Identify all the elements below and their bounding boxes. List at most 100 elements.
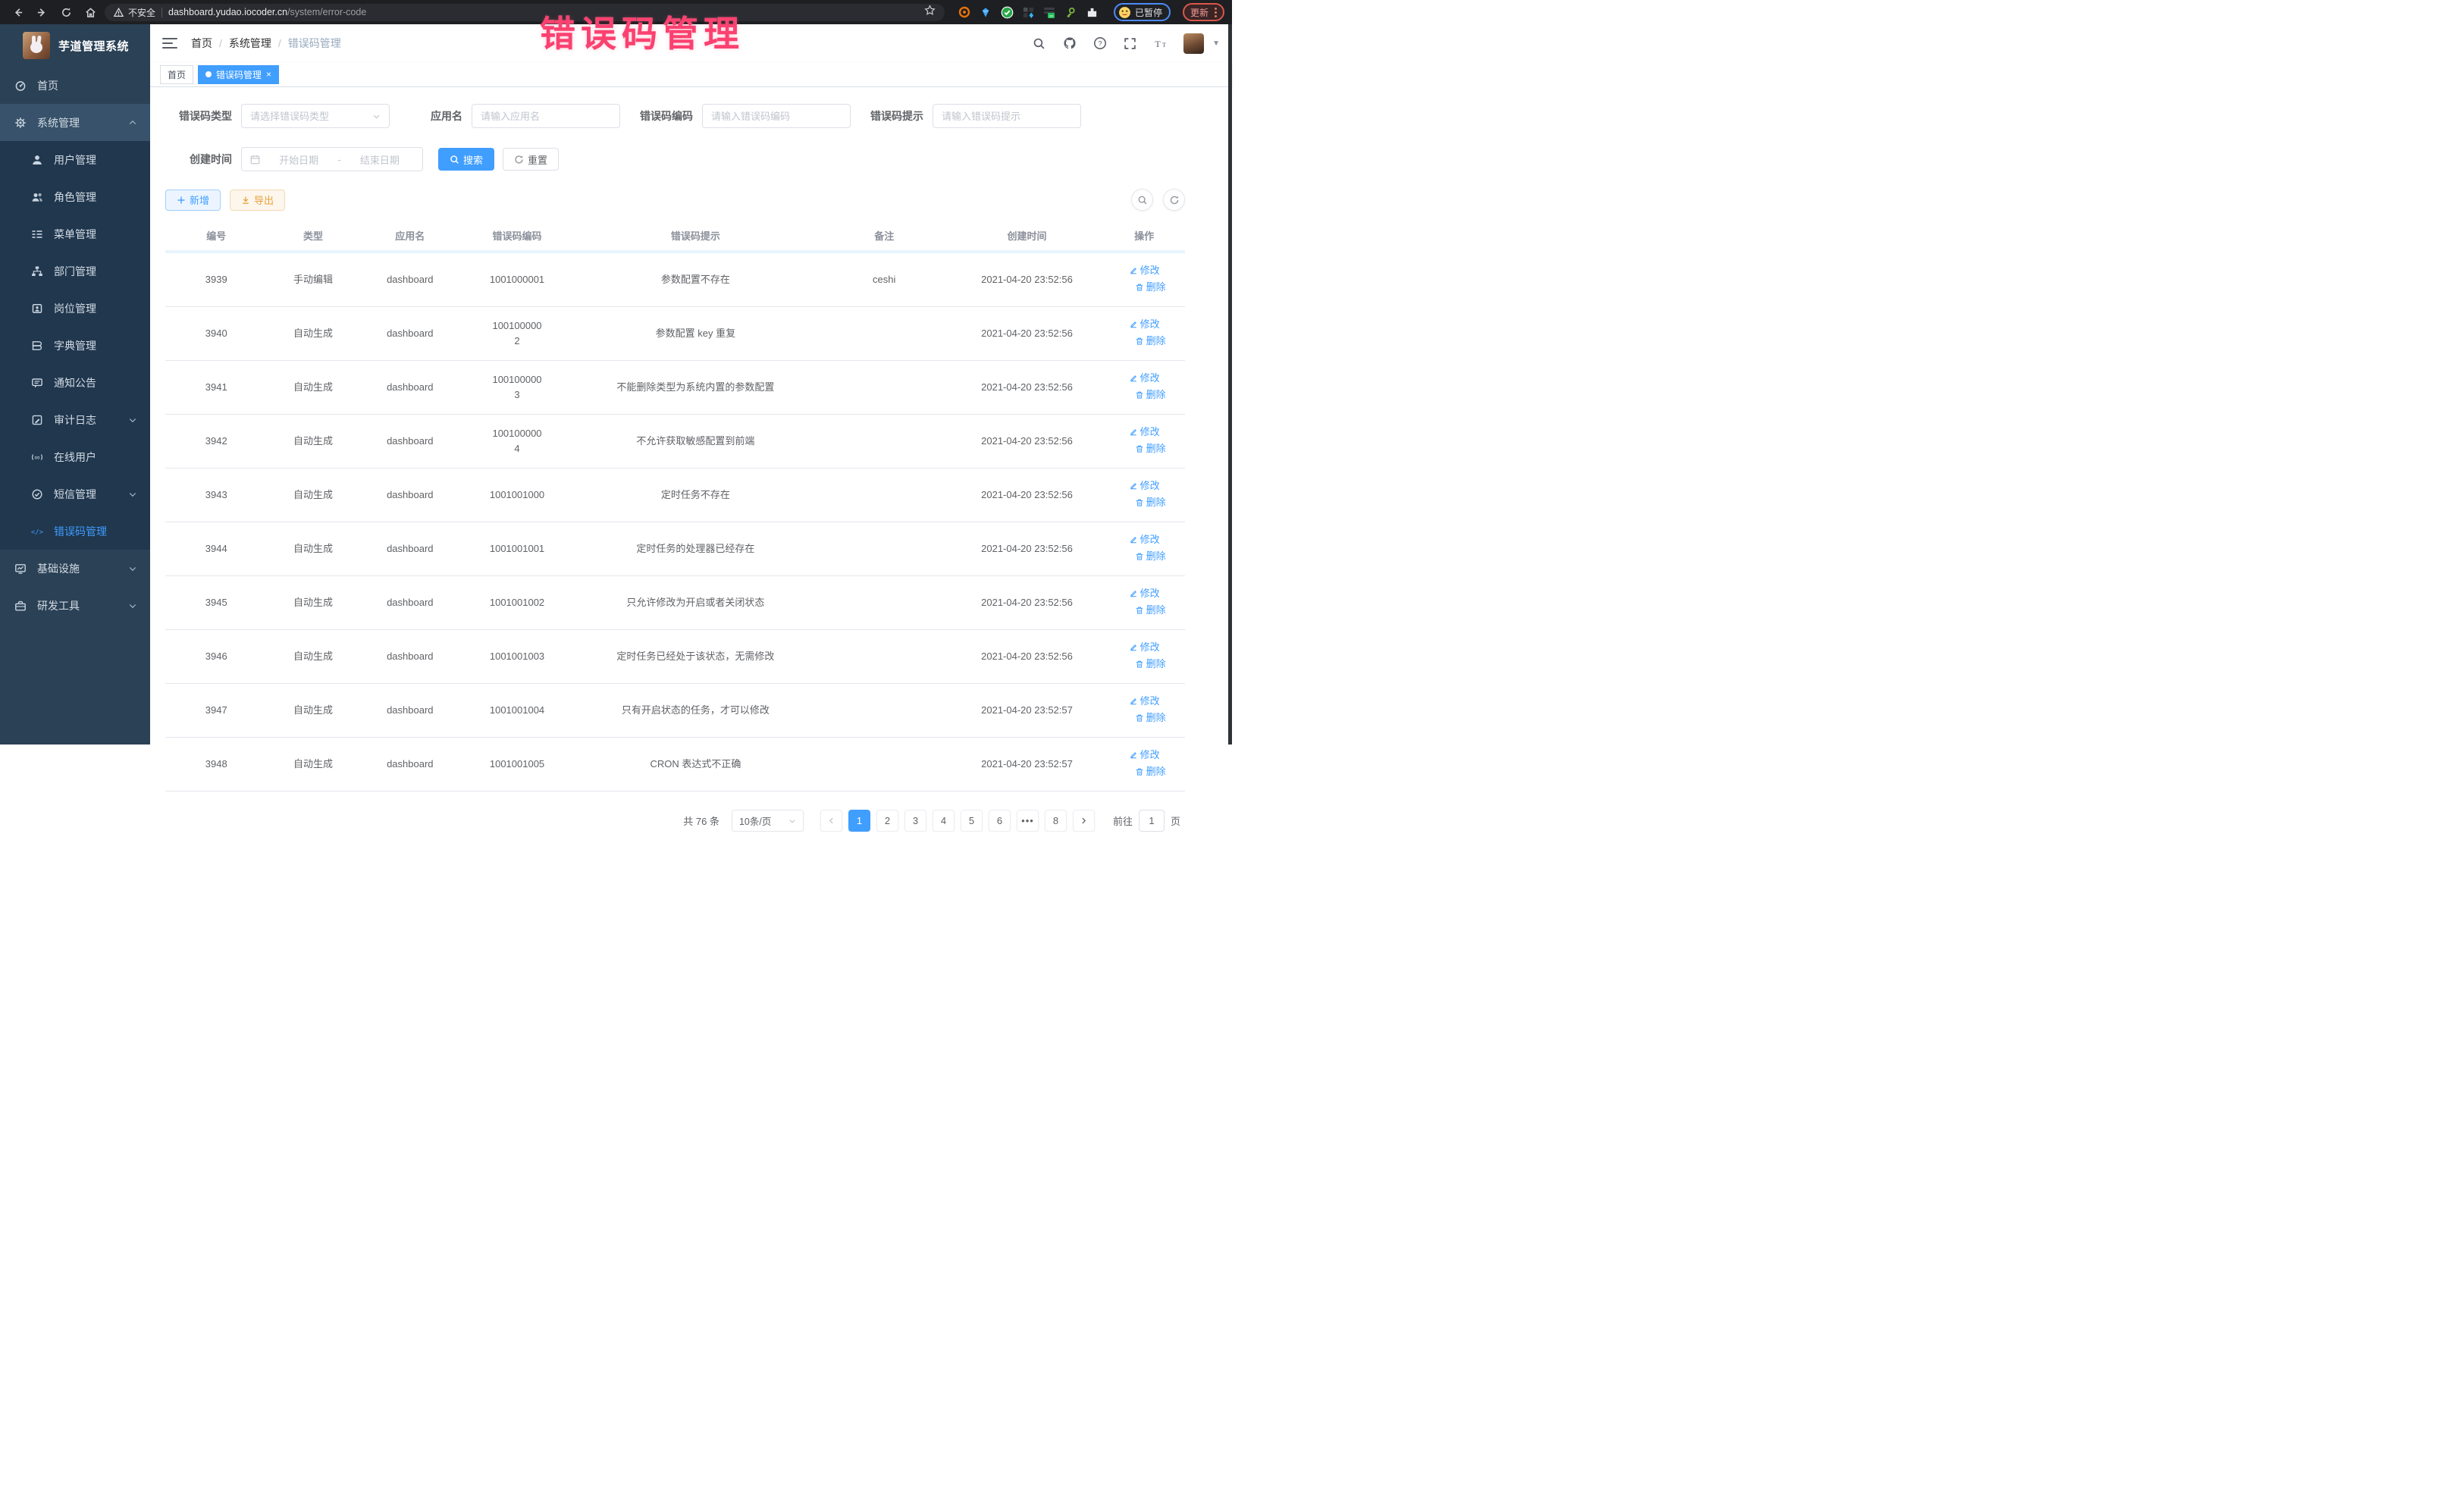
- extension-tampermonkey-icon[interactable]: on: [1043, 6, 1056, 19]
- sidebar-item-badge[interactable]: 岗位管理: [0, 290, 150, 327]
- edit-button[interactable]: 修改: [1129, 478, 1160, 494]
- extension-gem-icon[interactable]: [980, 6, 992, 19]
- edit-button[interactable]: 修改: [1129, 263, 1160, 278]
- sidebar-item-log[interactable]: 审计日志: [0, 401, 150, 438]
- github-icon[interactable]: [1062, 36, 1077, 51]
- sidebar-item-code[interactable]: </>错误码管理: [0, 513, 150, 550]
- reload-icon[interactable]: [56, 3, 76, 21]
- sidebar-item-menu-list[interactable]: 菜单管理: [0, 215, 150, 252]
- refresh-table-icon[interactable]: [1163, 189, 1185, 211]
- delete-button[interactable]: 删除: [1135, 441, 1166, 456]
- browser-update-button[interactable]: 更新: [1183, 3, 1224, 21]
- table-row[interactable]: 3946 自动生成 dashboard 1001001003 定时任务已经处于该…: [165, 630, 1185, 684]
- delete-button[interactable]: 删除: [1135, 549, 1166, 564]
- sidebar-item-online[interactable]: ∞在线用户: [0, 438, 150, 475]
- sidebar-item-gear[interactable]: 系统管理: [0, 104, 150, 141]
- user-menu-caret-icon[interactable]: ▼: [1212, 39, 1220, 48]
- table-row[interactable]: 3947 自动生成 dashboard 1001001004 只有开启状态的任务…: [165, 684, 1185, 738]
- table-row[interactable]: 3944 自动生成 dashboard 1001001001 定时任务的处理器已…: [165, 522, 1185, 576]
- prev-page-button[interactable]: [820, 810, 842, 832]
- tab-error-code[interactable]: 错误码管理 ×: [198, 65, 279, 84]
- sidebar-item-tools[interactable]: 研发工具: [0, 587, 150, 624]
- table-row[interactable]: 3948 自动生成 dashboard 1001001005 CRON 表达式不…: [165, 738, 1185, 792]
- reset-button[interactable]: 重置: [503, 148, 559, 171]
- sidebar-item-book[interactable]: 字典管理: [0, 327, 150, 364]
- delete-button[interactable]: 删除: [1135, 495, 1166, 510]
- export-button[interactable]: 导出: [230, 190, 285, 211]
- bookmark-star-icon[interactable]: [924, 5, 936, 20]
- fullscreen-icon[interactable]: [1123, 36, 1137, 51]
- add-button[interactable]: 新增: [165, 190, 221, 211]
- extension-orange-icon[interactable]: [958, 6, 971, 19]
- app-logo[interactable]: 芋道管理系统: [0, 24, 150, 67]
- table-row[interactable]: 3942 自动生成 dashboard 100100000 4 不允许获取敏感配…: [165, 415, 1185, 469]
- error-code-input[interactable]: [711, 111, 842, 122]
- help-icon[interactable]: ?: [1092, 36, 1107, 51]
- page-button-3[interactable]: 3: [904, 810, 926, 832]
- delete-button[interactable]: 删除: [1135, 334, 1166, 349]
- table-row[interactable]: 3945 自动生成 dashboard 1001001002 只允许修改为开启或…: [165, 576, 1185, 630]
- error-hint-input[interactable]: [942, 111, 1072, 122]
- search-icon[interactable]: [1032, 36, 1046, 51]
- forward-icon[interactable]: [32, 3, 52, 21]
- goto-page-input[interactable]: [1139, 810, 1165, 832]
- edit-button[interactable]: 修改: [1129, 748, 1160, 763]
- breadcrumb-home[interactable]: 首页: [191, 36, 212, 51]
- profile-paused-badge[interactable]: 已暂停: [1114, 3, 1171, 21]
- tab-close-icon[interactable]: ×: [266, 70, 271, 79]
- user-avatar[interactable]: [1183, 33, 1204, 54]
- page-size-select[interactable]: 10条/页: [732, 810, 804, 832]
- edit-button[interactable]: 修改: [1129, 317, 1160, 332]
- sidebar-item-users[interactable]: 角色管理: [0, 178, 150, 215]
- extension-grid-icon[interactable]: [1022, 6, 1035, 19]
- edit-button[interactable]: 修改: [1129, 425, 1160, 440]
- edit-button[interactable]: 修改: [1129, 532, 1160, 547]
- app-name-input[interactable]: [481, 111, 611, 122]
- table-row[interactable]: 3940 自动生成 dashboard 100100000 2 参数配置 key…: [165, 307, 1185, 361]
- error-type-select[interactable]: [241, 104, 390, 128]
- delete-button[interactable]: 删除: [1135, 603, 1166, 618]
- more-pages-button[interactable]: •••: [1017, 810, 1039, 832]
- address-bar[interactable]: 不安全 dashboard.yudao.iocoder.cn/system/er…: [105, 4, 945, 21]
- edit-button[interactable]: 修改: [1129, 586, 1160, 601]
- sidebar-item-infra[interactable]: 基础设施: [0, 550, 150, 587]
- page-button-2[interactable]: 2: [876, 810, 898, 832]
- sidebar-item-sms[interactable]: 短信管理: [0, 475, 150, 513]
- date-range-picker[interactable]: 开始日期 - 结束日期: [241, 147, 423, 171]
- sidebar-toggle-icon[interactable]: [162, 38, 177, 49]
- sidebar-item-dashboard[interactable]: 首页: [0, 67, 150, 104]
- delete-button[interactable]: 删除: [1135, 710, 1166, 726]
- start-date-placeholder[interactable]: 开始日期: [265, 152, 333, 167]
- delete-button[interactable]: 删除: [1135, 764, 1166, 779]
- toggle-search-icon[interactable]: [1131, 189, 1153, 211]
- breadcrumb-system[interactable]: 系统管理: [229, 36, 271, 51]
- home-icon[interactable]: [80, 3, 100, 21]
- search-button[interactable]: 搜索: [438, 148, 494, 171]
- page-button-5[interactable]: 5: [961, 810, 983, 832]
- extensions-puzzle-icon[interactable]: [1086, 6, 1099, 19]
- browser-menu-icon[interactable]: [1215, 8, 1217, 17]
- extension-key-icon[interactable]: [1064, 6, 1077, 19]
- tab-home[interactable]: 首页: [160, 65, 193, 84]
- sidebar-item-announcement[interactable]: 通知公告: [0, 364, 150, 401]
- next-page-button[interactable]: [1073, 810, 1095, 832]
- sidebar-item-user[interactable]: 用户管理: [0, 141, 150, 178]
- extension-green-check-icon[interactable]: [1001, 6, 1014, 19]
- back-icon[interactable]: [8, 3, 27, 21]
- delete-button[interactable]: 删除: [1135, 657, 1166, 672]
- sidebar-item-org-tree[interactable]: 部门管理: [0, 252, 150, 290]
- edit-button[interactable]: 修改: [1129, 694, 1160, 709]
- delete-button[interactable]: 删除: [1135, 280, 1166, 295]
- end-date-placeholder[interactable]: 结束日期: [346, 152, 414, 167]
- table-row[interactable]: 3939 手动编辑 dashboard 1001000001 参数配置不存在 c…: [165, 252, 1185, 307]
- table-row[interactable]: 3941 自动生成 dashboard 100100000 3 不能删除类型为系…: [165, 361, 1185, 415]
- error-type-select-input[interactable]: [250, 111, 368, 122]
- security-chip[interactable]: 不安全: [114, 6, 155, 19]
- font-size-icon[interactable]: TT: [1153, 36, 1168, 51]
- page-button-8[interactable]: 8: [1045, 810, 1067, 832]
- page-button-4[interactable]: 4: [933, 810, 955, 832]
- page-button-6[interactable]: 6: [989, 810, 1011, 832]
- table-row[interactable]: 3943 自动生成 dashboard 1001001000 定时任务不存在 2…: [165, 469, 1185, 522]
- edit-button[interactable]: 修改: [1129, 371, 1160, 386]
- delete-button[interactable]: 删除: [1135, 387, 1166, 403]
